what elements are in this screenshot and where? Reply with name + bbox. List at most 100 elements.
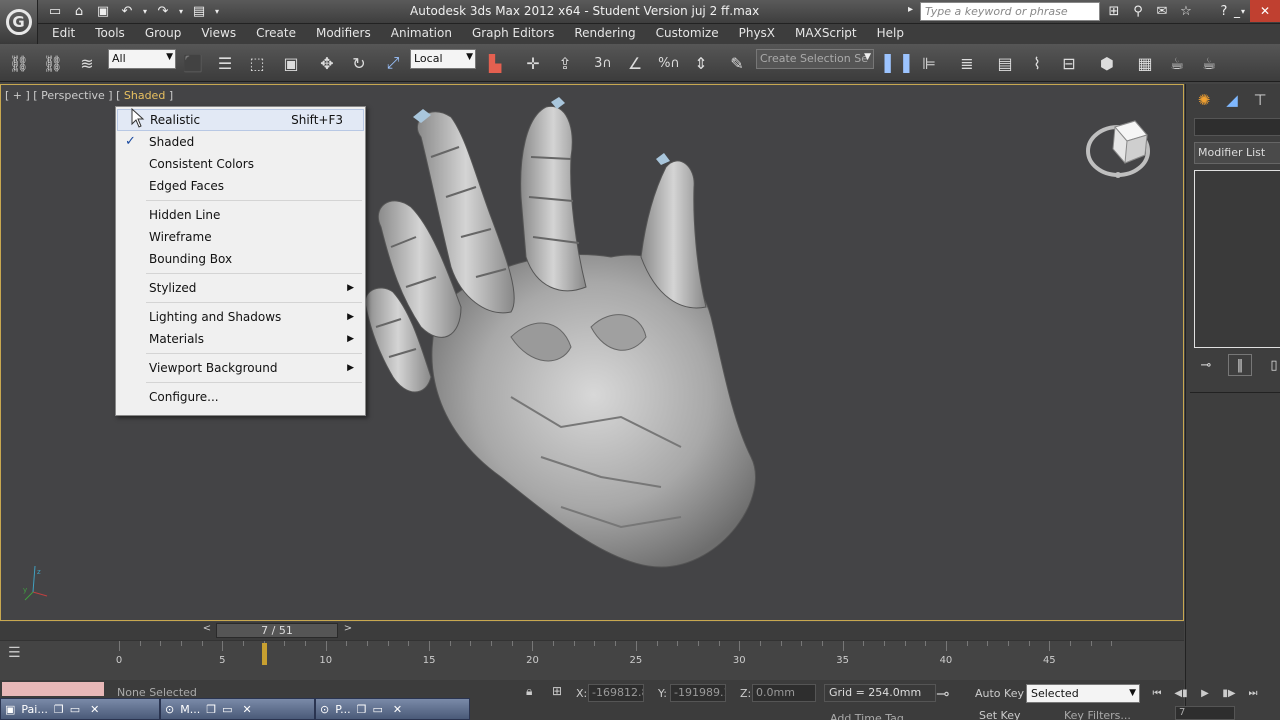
menu-item-configure[interactable]: Configure... [116, 386, 365, 408]
redo-dropdown-icon[interactable]: ▾ [176, 2, 186, 21]
key-icon[interactable]: ⊸ [936, 684, 949, 703]
current-frame-field[interactable]: 7 [1175, 706, 1235, 720]
selection-filter-dropdown[interactable]: All ▼ [108, 49, 176, 69]
auto-key-button[interactable]: Auto Key [975, 687, 1024, 700]
menu-physx[interactable]: PhysX [739, 24, 775, 44]
menu-tools[interactable]: Tools [95, 24, 125, 44]
menu-item-hidden-line[interactable]: Hidden Line [116, 204, 365, 226]
menu-create[interactable]: Create [256, 24, 296, 44]
subscription-icon[interactable]: ⚲ [1128, 2, 1148, 21]
z-coord-field[interactable]: 0.0mm [752, 684, 816, 702]
percent-snap-icon[interactable]: %∩ [656, 50, 682, 76]
layer-manager-icon[interactable]: ≣ [954, 50, 980, 76]
menu-item-lighting-and-shadows[interactable]: Lighting and Shadows ▶ [116, 306, 365, 328]
create-tab-icon[interactable]: ✺ [1192, 88, 1216, 112]
play-icon[interactable]: ▶ [1194, 684, 1216, 702]
menu-maxscript[interactable]: MAXScript [795, 24, 857, 44]
hierarchy-tab-icon[interactable]: ⊤ [1248, 88, 1272, 112]
select-object-icon[interactable]: ⬛ [180, 50, 206, 76]
keyboard-shortcut-override-icon[interactable]: ⇪ [552, 50, 578, 76]
viewcube-icon[interactable] [1085, 113, 1155, 183]
y-coord-field[interactable]: -191989.19 [670, 684, 726, 702]
selection-set-dropdown[interactable]: Selected ▼ [1026, 684, 1140, 703]
modify-tab-icon[interactable]: ◢ [1220, 88, 1244, 112]
viewport-label[interactable]: [ + ] [ Perspective ] [ Shaded ] [5, 89, 173, 102]
spinner-snap-icon[interactable]: ⇕ [688, 50, 714, 76]
maxscript-listener-box[interactable] [2, 682, 104, 696]
menu-item-wireframe[interactable]: Wireframe [116, 226, 365, 248]
viewport-shading-label[interactable]: Shaded [124, 89, 165, 102]
unlink-icon[interactable]: ⛓ [40, 50, 66, 76]
next-key-icon[interactable]: ▮▶ [1218, 684, 1240, 702]
playhead[interactable] [261, 643, 267, 665]
menu-views[interactable]: Views [201, 24, 236, 44]
rectangular-selection-icon[interactable]: ⬚ [244, 50, 270, 76]
x-coord-field[interactable]: -169812.85 [588, 684, 644, 702]
undo-dropdown-icon[interactable]: ▾ [140, 2, 150, 21]
next-frame-button[interactable]: > [341, 623, 355, 638]
select-by-name-icon[interactable]: ☰ [212, 50, 238, 76]
reference-coordinate-dropdown[interactable]: Local ▼ [410, 49, 476, 69]
snaps-toggle-icon[interactable]: 3∩ [590, 50, 616, 76]
go-to-start-icon[interactable]: ⏮ [1146, 684, 1168, 702]
add-time-tag-label[interactable]: Add Time Tag [830, 712, 904, 720]
align-icon[interactable]: ⊫ [916, 50, 942, 76]
menu-edit[interactable]: Edit [52, 24, 75, 44]
select-and-scale-icon[interactable]: ⤢ [380, 50, 406, 76]
menu-item-edged-faces[interactable]: Edged Faces [116, 175, 365, 197]
qat-dropdown-icon[interactable]: ▾ [212, 2, 222, 21]
render-setup-icon[interactable]: ▦ [1132, 50, 1158, 76]
edit-named-selection-icon[interactable]: ✎ [724, 50, 750, 76]
go-to-end-icon[interactable]: ⏭ [1242, 684, 1264, 702]
menu-item-bounding-box[interactable]: Bounding Box [116, 248, 365, 270]
save-icon[interactable]: ▣ [92, 2, 114, 21]
track-bar[interactable]: ☰ 0 5 10 15 20 25 30 35 40 45 [0, 640, 1184, 680]
minimize-icon[interactable]: _ [1224, 0, 1250, 22]
hand-model[interactable] [361, 97, 771, 587]
trackbar-menu-icon[interactable]: ☰ [8, 645, 21, 661]
menu-animation[interactable]: Animation [391, 24, 452, 44]
time-slider[interactable]: < 7 / 51 > [0, 622, 1184, 640]
modifier-stack[interactable] [1194, 170, 1280, 348]
undo-icon[interactable]: ↶ [116, 2, 138, 21]
search-input[interactable]: Type a keyword or phrase [920, 2, 1100, 21]
material-editor-icon[interactable]: ⬢ [1094, 50, 1120, 76]
menu-item-shaded[interactable]: ✓ Shaded [116, 131, 365, 153]
menu-item-realistic[interactable]: Realistic Shift+F3 [117, 109, 364, 131]
open-file-icon[interactable]: ⌂ [68, 2, 90, 21]
rendered-frame-window-icon[interactable]: ☕ [1164, 50, 1190, 76]
redo-icon[interactable]: ↷ [152, 2, 174, 21]
select-and-link-icon[interactable]: ⛓ [6, 50, 32, 76]
schematic-view-icon[interactable]: ⊟ [1056, 50, 1082, 76]
taskbar-item-max[interactable]: ⊙ M... ❐ ▭ ✕ [160, 698, 315, 720]
pin-stack-icon[interactable]: ⊸ [1194, 354, 1218, 376]
menu-rendering[interactable]: Rendering [574, 24, 635, 44]
menu-modifiers[interactable]: Modifiers [316, 24, 371, 44]
pivot-center-icon[interactable]: ▙ [482, 50, 508, 76]
menu-item-materials[interactable]: Materials ▶ [116, 328, 365, 350]
select-and-manipulate-icon[interactable]: ✛ [520, 50, 546, 76]
previous-frame-button[interactable]: < [200, 623, 214, 638]
menu-item-consistent-colors[interactable]: Consistent Colors [116, 153, 365, 175]
menu-graph-editors[interactable]: Graph Editors [472, 24, 554, 44]
render-production-icon[interactable]: ☕ [1196, 50, 1222, 76]
project-folder-icon[interactable]: ▤ [188, 2, 210, 21]
curve-editor-icon[interactable]: ⌇ [1024, 50, 1050, 76]
object-name-field[interactable] [1194, 118, 1280, 136]
close-icon[interactable]: ✕ [1250, 0, 1280, 22]
taskbar-item-p[interactable]: ⊙ P... ❐ ▭ ✕ [315, 698, 470, 720]
menu-group[interactable]: Group [145, 24, 182, 44]
window-crossing-icon[interactable]: ▣ [278, 50, 304, 76]
make-unique-icon[interactable]: ▯ [1262, 354, 1280, 376]
mirror-icon[interactable]: ▌▐ [884, 50, 910, 76]
select-and-move-icon[interactable]: ✥ [314, 50, 340, 76]
graphite-modeling-icon[interactable]: ▤ [992, 50, 1018, 76]
application-button[interactable]: G [0, 0, 38, 44]
time-slider-thumb[interactable]: 7 / 51 [216, 623, 338, 638]
menu-help[interactable]: Help [877, 24, 904, 44]
show-end-result-icon[interactable]: ‖ [1228, 354, 1252, 376]
favorites-star-icon[interactable]: ☆ [1176, 2, 1196, 21]
communication-icon[interactable]: ✉ [1152, 2, 1172, 21]
previous-key-icon[interactable]: ◀▮ [1170, 684, 1192, 702]
angle-snap-icon[interactable]: ∠ [622, 50, 648, 76]
